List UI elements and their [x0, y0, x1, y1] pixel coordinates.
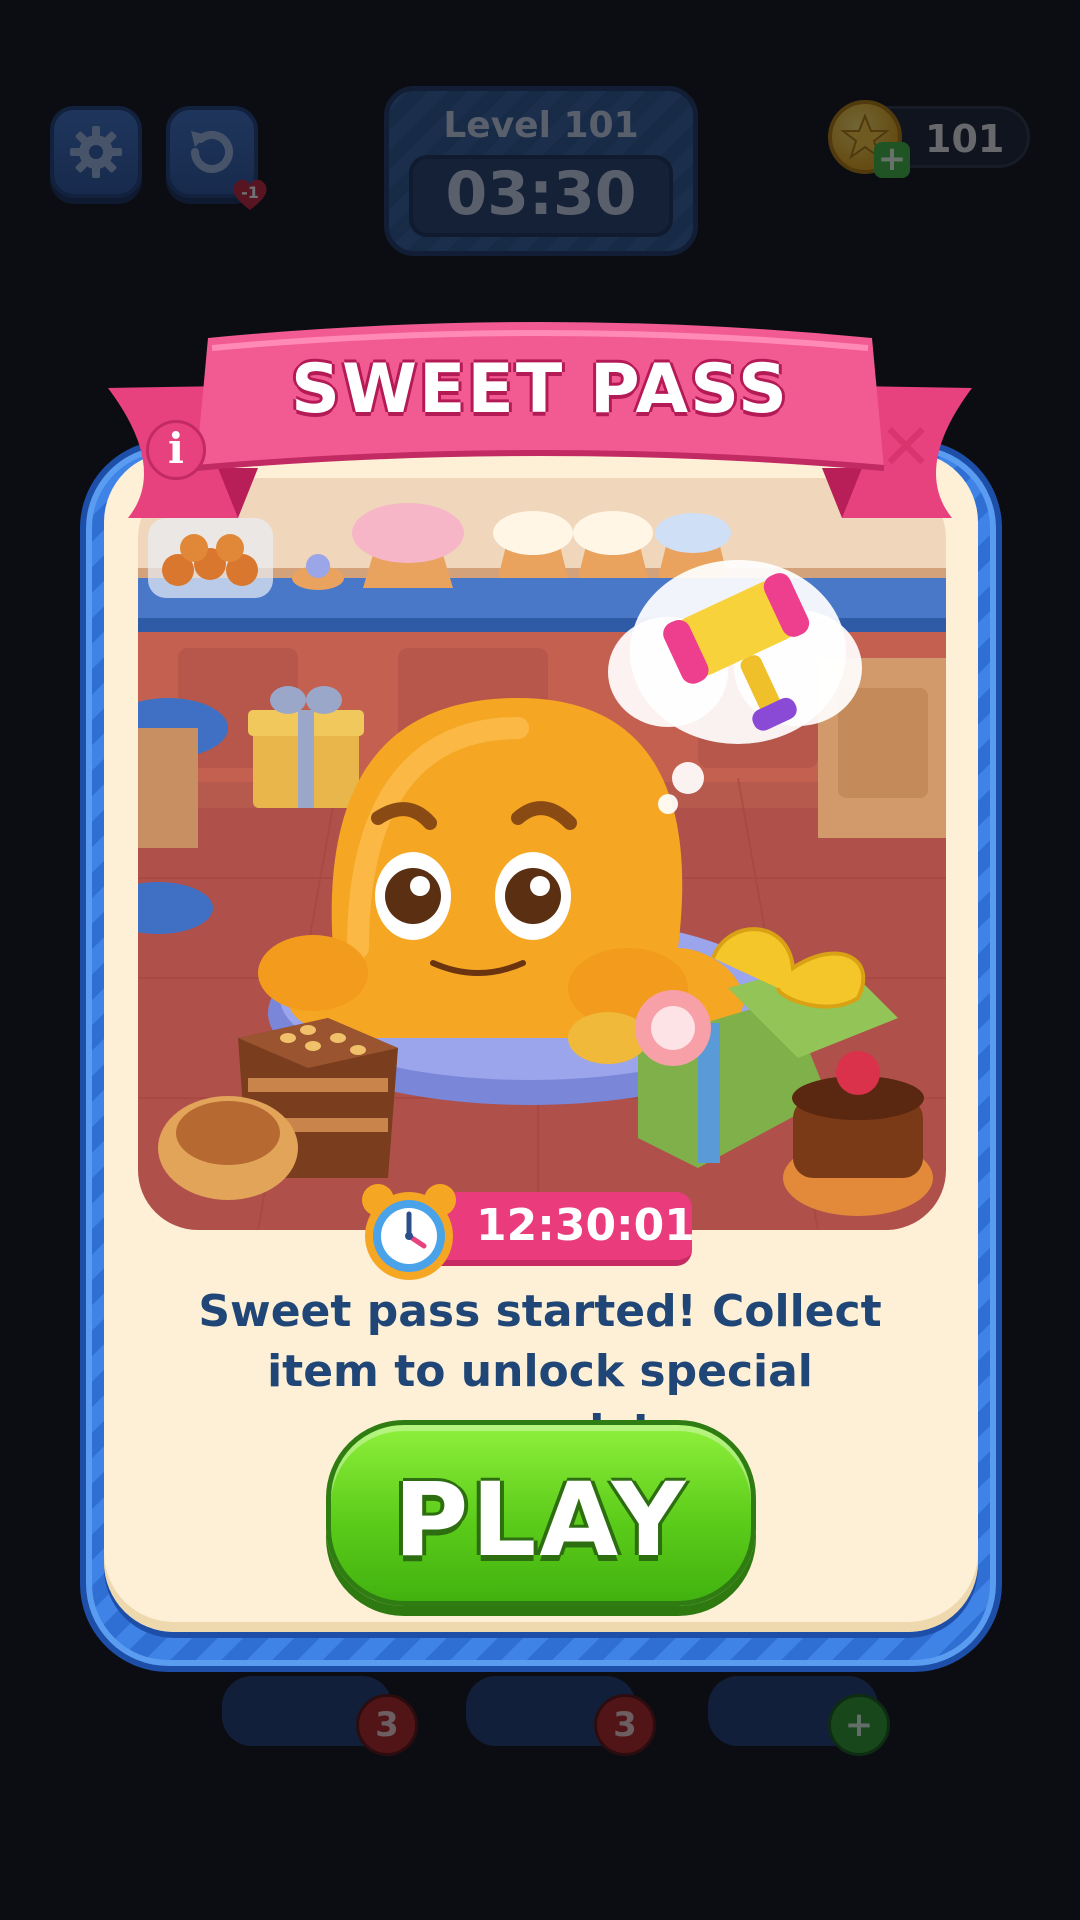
add-coins-button[interactable]: + — [874, 142, 910, 178]
alarm-clock-icon — [362, 1184, 456, 1280]
level-timer: 03:30 — [409, 155, 673, 237]
coin-count: 101 — [925, 117, 1005, 161]
settings-button[interactable] — [50, 106, 142, 198]
undo-cost-badge: -1 — [230, 176, 270, 212]
play-button-label: PLAY — [393, 1461, 689, 1580]
close-button[interactable]: ✕ — [874, 416, 938, 482]
info-button[interactable]: i — [146, 420, 206, 480]
play-button[interactable]: PLAY — [326, 1420, 756, 1606]
scene-illustration — [138, 478, 946, 1230]
countdown-text: 12:30:01 — [476, 1200, 695, 1251]
undo-badge-text: -1 — [241, 183, 259, 202]
booster-add-3[interactable]: + — [828, 1694, 890, 1756]
level-label: Level 101 — [443, 105, 639, 146]
level-panel: Level 101 03:30 — [384, 86, 698, 256]
gear-icon — [70, 126, 122, 178]
undo-icon — [191, 131, 233, 173]
booster-count-1: 3 — [356, 1694, 418, 1756]
booster-count-2: 3 — [594, 1694, 656, 1756]
